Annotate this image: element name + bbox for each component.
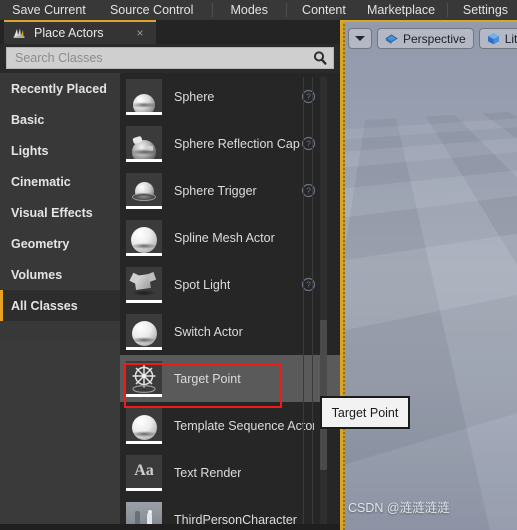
actor-thumbnail-text-render: Aa (126, 454, 162, 491)
actor-label: Text Render (174, 465, 242, 480)
svg-text:?: ? (306, 280, 311, 290)
svg-text:?: ? (306, 92, 311, 102)
tab-place-actors[interactable]: Place Actors × (4, 20, 156, 44)
tooltip-label: Target Point (331, 405, 399, 420)
camera-icon (385, 32, 398, 45)
actor-label: Switch Actor (174, 324, 243, 339)
viewport-atmosphere (340, 20, 517, 530)
viewport-perspective-label: Perspective (403, 31, 466, 46)
actor-label: Sphere Reflection Cap (174, 136, 300, 151)
actor-label: Template Sequence Actor (174, 418, 314, 433)
close-icon[interactable]: × (134, 27, 146, 39)
actor-thumbnail-spline-mesh-actor (126, 219, 162, 256)
chevron-down-icon (355, 36, 365, 41)
actor-thumbnail-switch-actor (126, 313, 162, 350)
actor-thumbnail-sphere-trigger (126, 172, 162, 209)
menu-item-content[interactable]: Content (293, 0, 355, 20)
menu-item-marketplace[interactable]: Marketplace (358, 0, 444, 20)
category-label: Geometry (11, 236, 70, 251)
actor-thumbnail-sphere (126, 78, 162, 115)
actor-label: Target Point (174, 371, 241, 386)
actor-row-sphere[interactable]: Sphere ? (120, 73, 340, 120)
actor-row-target-point[interactable]: Target Point (120, 355, 340, 402)
category-geometry[interactable]: Geometry (0, 228, 120, 259)
actor-row-sphere-reflection-capture[interactable]: Sphere Reflection Cap ? (120, 120, 340, 167)
menu-divider (286, 3, 287, 17)
category-label: All Classes (11, 298, 78, 313)
viewport-lit-label: Lit (504, 31, 517, 46)
svg-text:?: ? (306, 186, 311, 196)
actor-list-scrollbar-thumb[interactable] (320, 320, 327, 470)
search-classes-row (6, 47, 334, 69)
panel-bottom-strip (0, 524, 340, 530)
list-divider (312, 77, 313, 530)
actor-row-spot-light[interactable]: Spot Light ? (120, 261, 340, 308)
panel-tab-strip: Place Actors × (0, 20, 340, 44)
category-label: Basic (11, 112, 45, 127)
category-all-classes[interactable]: All Classes (0, 290, 120, 321)
menu-divider (211, 3, 213, 17)
actor-row-template-sequence-actor[interactable]: Template Sequence Actor (120, 402, 340, 449)
tab-place-actors-label: Place Actors (34, 26, 104, 40)
actor-thumbnail-spot-light (126, 266, 162, 303)
actor-thumbnail-template-sequence-actor (126, 407, 162, 444)
actor-label: Sphere Trigger (174, 183, 257, 198)
category-list-empty-area (0, 339, 120, 530)
category-visual-effects[interactable]: Visual Effects (0, 197, 120, 228)
category-list: Recently Placed Basic Lights Cinematic V… (0, 73, 120, 530)
menu-item-modes[interactable]: Modes (221, 0, 277, 20)
actor-row-text-render[interactable]: Aa Text Render (120, 449, 340, 496)
menu-divider (447, 3, 448, 17)
actor-label: Spline Mesh Actor (174, 230, 275, 245)
main-menu-bar: Save Current Source Control Modes Conten… (0, 0, 517, 20)
actor-label: Spot Light (174, 277, 231, 292)
menu-item-source-control[interactable]: Source Control (101, 0, 202, 20)
category-label: Lights (11, 143, 49, 158)
place-actors-panel: Place Actors × Recently Placed Basic Lig… (0, 20, 340, 530)
actor-thumbnail-sphere-reflection-capture (126, 125, 162, 162)
viewport-toolbar: Perspective Lit (348, 28, 517, 49)
category-cinematic[interactable]: Cinematic (0, 166, 120, 197)
viewport-lit-button[interactable]: Lit (478, 28, 517, 49)
list-divider (303, 77, 304, 530)
category-volumes[interactable]: Volumes (0, 259, 120, 290)
category-recently-placed[interactable]: Recently Placed (0, 73, 120, 104)
menu-item-settings[interactable]: Settings (454, 0, 517, 20)
category-label: Recently Placed (11, 81, 107, 96)
menu-item-save-current[interactable]: Save Current (3, 0, 95, 20)
actor-row-sphere-trigger[interactable]: Sphere Trigger ? (120, 167, 340, 214)
place-actors-icon (11, 25, 27, 41)
actor-label: Sphere (174, 89, 215, 104)
category-lights[interactable]: Lights (0, 135, 120, 166)
category-label: Cinematic (11, 174, 71, 189)
tooltip-target-point: Target Point (320, 396, 410, 429)
level-viewport[interactable]: Perspective Lit CSDN @涟涟涟涟 (340, 20, 517, 530)
search-input[interactable] (6, 47, 334, 69)
category-basic[interactable]: Basic (0, 104, 120, 135)
viewport-options-button[interactable] (348, 28, 372, 49)
actor-row-spline-mesh-actor[interactable]: Spline Mesh Actor (120, 214, 340, 261)
actor-list[interactable]: Sphere ? Sphere Reflection Cap ? Sphere … (120, 73, 340, 530)
svg-text:?: ? (306, 139, 311, 149)
actor-thumbnail-target-point (126, 360, 162, 397)
viewport-perspective-button[interactable]: Perspective (377, 28, 474, 49)
category-label: Visual Effects (11, 205, 93, 220)
actor-row-switch-actor[interactable]: Switch Actor (120, 308, 340, 355)
category-label: Volumes (11, 267, 63, 282)
lit-cube-icon (487, 32, 500, 45)
